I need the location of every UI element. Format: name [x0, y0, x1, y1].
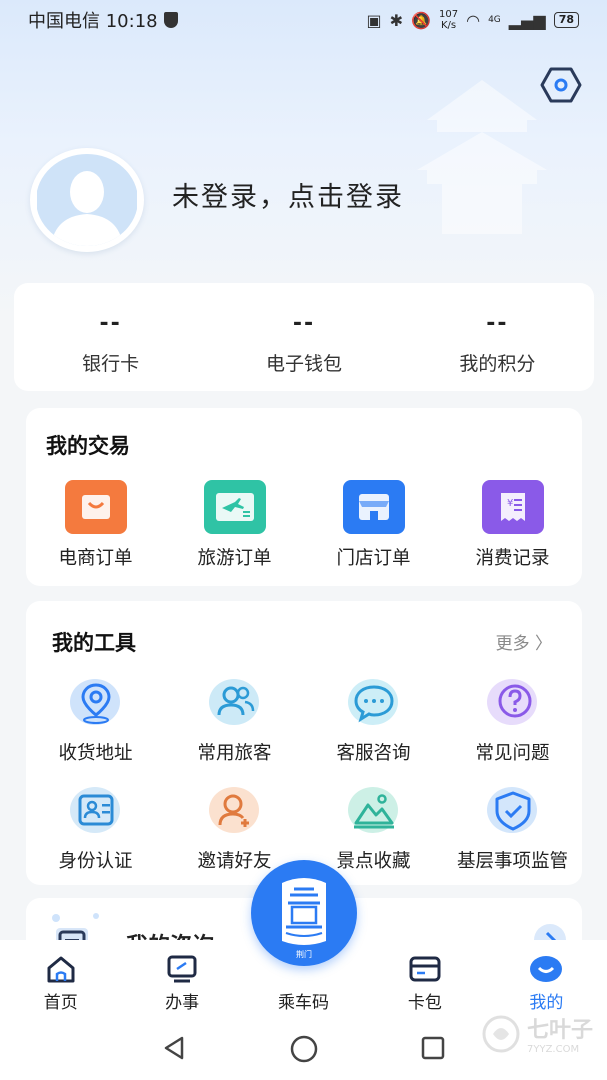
tab-home[interactable]: 首页 — [0, 940, 121, 1020]
tool-scenic-favorites[interactable]: 景点收藏 — [304, 785, 443, 873]
trade-label: 消费记录 — [475, 548, 550, 569]
tool-frequent-travelers[interactable]: 常用旅客 — [165, 677, 304, 765]
mute-bell-icon: 🔕 — [411, 10, 431, 30]
login-prompt[interactable]: 未登录，点击登录 — [172, 175, 404, 214]
tool-label: 邀请好友 — [197, 851, 272, 872]
landscape-icon — [346, 785, 402, 837]
store-icon — [342, 480, 405, 534]
chat-bubble-icon — [346, 677, 402, 729]
default-avatar-icon — [37, 154, 137, 246]
battery-level: 78 — [553, 12, 579, 28]
tab-label: 乘车码 — [278, 993, 330, 1013]
tool-label: 收货地址 — [58, 743, 133, 764]
signal-bars-icon: ▂▄▆ — [508, 10, 546, 30]
tab-label: 首页 — [43, 993, 78, 1013]
smile-icon — [530, 956, 563, 982]
tool-invite-friends[interactable]: 邀请好友 — [165, 785, 304, 873]
bluetooth-icon: ✱ — [389, 10, 404, 30]
watermark-text: 七叶子 — [526, 1018, 593, 1043]
receipt-icon: ¥ — [481, 480, 544, 534]
trade-store-orders[interactable]: 门店订单 — [304, 480, 443, 570]
more-link[interactable]: 更多 〉 — [496, 629, 552, 654]
tool-label: 客服咨询 — [336, 743, 411, 764]
svg-text:¥: ¥ — [507, 498, 513, 509]
tool-customer-service[interactable]: 客服咨询 — [304, 677, 443, 765]
fab-caption: 荆门 — [296, 950, 312, 959]
asset-label: 电子钱包 — [265, 353, 342, 375]
tab-card-wallet[interactable]: 卡包 — [364, 940, 485, 1020]
invite-user-icon — [207, 785, 263, 837]
my-trade-card: 我的交易 电商订单 旅游订单 门店订单 ¥ 消费记录 — [26, 408, 582, 586]
tool-label: 基层事项监管 — [456, 851, 568, 872]
net-speed: 107 K/s — [439, 9, 459, 31]
asset-value: -- — [486, 311, 509, 336]
section-title: 我的工具 — [52, 631, 136, 655]
wifi-icon: ◠ — [466, 10, 481, 30]
leaf-logo-icon — [482, 1015, 520, 1052]
id-card-icon — [68, 785, 124, 837]
assets-card: -- 银行卡 -- 电子钱包 -- 我的积分 — [14, 283, 594, 391]
tool-identity-verification[interactable]: 身份认证 — [26, 785, 165, 873]
asset-label: 银行卡 — [82, 353, 140, 375]
tools-grid-row-1: 收货地址 常用旅客 客服咨询 常见问题 — [26, 677, 582, 765]
tool-faq[interactable]: 常见问题 — [443, 677, 582, 765]
users-icon — [207, 677, 263, 729]
card-icon — [409, 956, 441, 982]
trade-ecommerce-orders[interactable]: 电商订单 — [26, 480, 165, 570]
trade-travel-orders[interactable]: 旅游订单 — [165, 480, 304, 570]
watermark: 七叶子 7YYZ.COM — [481, 1012, 593, 1055]
tool-label: 身份认证 — [58, 851, 133, 872]
airplane-ticket-icon — [203, 480, 266, 534]
location-pin-icon — [68, 677, 124, 729]
trade-consumption-records[interactable]: ¥ 消费记录 — [443, 480, 582, 570]
asset-bank-card[interactable]: -- 银行卡 — [14, 283, 207, 391]
asset-label: 我的积分 — [459, 353, 536, 375]
tab-services[interactable]: 办事 — [121, 940, 242, 1020]
asset-points[interactable]: -- 我的积分 — [401, 283, 594, 391]
recents-nav-icon[interactable] — [419, 1034, 447, 1062]
trade-grid: 电商订单 旅游订单 门店订单 ¥ 消费记录 — [26, 480, 582, 570]
shield-check-icon — [485, 785, 541, 837]
trade-label: 门店订单 — [336, 548, 411, 569]
status-bar: 中国电信 10:18 ▣ ✱ 🔕 107 K/s ◠ 4G ▂▄▆ 78 — [0, 0, 607, 40]
my-tools-card: 我的工具 更多 〉 收货地址 常用旅客 客服咨询 常见问题 身份认证 邀请好友 … — [26, 601, 582, 885]
watermark-subtext: 7YYZ.COM — [526, 1044, 580, 1055]
tab-label: 卡包 — [407, 993, 442, 1013]
tool-shipping-address[interactable]: 收货地址 — [26, 677, 165, 765]
trade-label: 电商订单 — [58, 548, 133, 569]
tool-label: 常见问题 — [475, 743, 550, 764]
tool-label: 景点收藏 — [336, 851, 411, 872]
chevron-right-icon: 〉 — [535, 634, 552, 654]
nfc-icon: ▣ — [366, 10, 382, 30]
section-title: 我的交易 — [46, 434, 130, 458]
home-nav-icon[interactable] — [289, 1034, 319, 1064]
trade-label: 旅游订单 — [197, 548, 272, 569]
tool-grassroots-supervision[interactable]: 基层事项监管 — [443, 785, 582, 873]
carrier-time: 中国电信 10:18 — [28, 11, 158, 32]
asset-value: -- — [292, 311, 316, 336]
more-label: 更多 — [495, 634, 530, 654]
tab-label: 办事 — [165, 993, 200, 1013]
monitor-icon — [167, 955, 197, 983]
back-nav-icon[interactable] — [160, 1034, 188, 1062]
asset-e-wallet[interactable]: -- 电子钱包 — [207, 283, 400, 391]
asset-value: -- — [99, 311, 122, 336]
transit-code-icon — [282, 878, 326, 945]
tab-label: 我的 — [529, 993, 564, 1013]
shield-icon — [163, 12, 178, 28]
avatar[interactable] — [30, 148, 144, 252]
home-icon — [47, 956, 75, 983]
question-icon — [485, 677, 541, 729]
shopping-bag-icon — [64, 480, 127, 534]
settings-icon[interactable] — [540, 66, 582, 104]
transit-code-button[interactable]: 荆门 — [251, 860, 357, 966]
signal-label: 4G — [488, 15, 501, 25]
tool-label: 常用旅客 — [197, 743, 272, 764]
tab-mine[interactable]: 我的 — [486, 940, 607, 1020]
